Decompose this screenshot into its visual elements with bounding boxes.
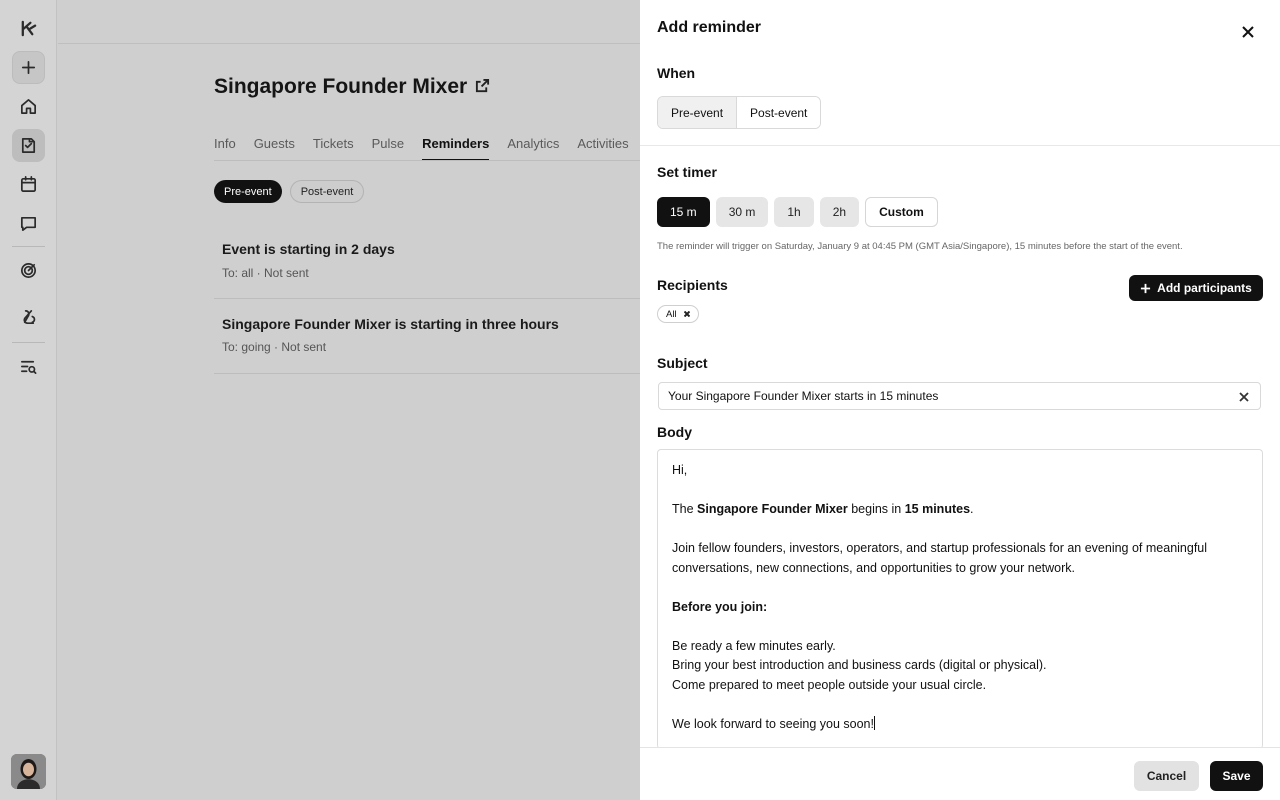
subject-label: Subject — [657, 355, 708, 371]
top-bar — [58, 0, 640, 44]
timer-1h-button[interactable]: 1h — [774, 197, 814, 227]
body-editor[interactable]: Hi, The Singapore Founder Mixer begins i… — [657, 449, 1263, 749]
add-participants-button[interactable]: Add participants — [1129, 275, 1263, 301]
body-label: Body — [657, 424, 692, 440]
tab-analytics[interactable]: Analytics — [507, 136, 559, 160]
timer-2h-button[interactable]: 2h — [819, 197, 860, 227]
filter-pre-event[interactable]: Pre-event — [214, 180, 282, 203]
events-icon[interactable] — [12, 129, 45, 162]
external-link-icon[interactable] — [475, 75, 490, 99]
tab-tickets[interactable]: Tickets — [313, 136, 354, 160]
recipient-chip: All — [657, 305, 699, 323]
closing-line: We look forward to seeing you soon! — [672, 715, 875, 731]
timer-15m-button[interactable]: 15 m — [657, 197, 710, 227]
timer-hint: The reminder will trigger on Saturday, J… — [657, 241, 1183, 252]
save-button[interactable]: Save — [1210, 761, 1263, 791]
avatar[interactable] — [11, 754, 46, 789]
recipients-label: Recipients — [657, 277, 728, 293]
tab-pulse[interactable]: Pulse — [372, 136, 405, 160]
plus-icon[interactable] — [12, 51, 45, 84]
add-reminder-drawer: Add reminder When Pre-event Post-event S… — [640, 0, 1280, 800]
logo-icon[interactable] — [12, 12, 45, 45]
search-list-icon[interactable] — [12, 350, 45, 383]
remove-chip-icon[interactable] — [683, 311, 690, 317]
timer-options: 15 m 30 m 1h 2h Custom — [657, 197, 938, 227]
when-label: When — [657, 65, 696, 81]
close-icon[interactable] — [1238, 22, 1258, 42]
plus-icon — [1141, 283, 1151, 293]
sidebar — [0, 0, 57, 800]
tab-info[interactable]: Info — [214, 136, 236, 160]
cancel-button[interactable]: Cancel — [1134, 761, 1199, 791]
chat-icon[interactable] — [12, 207, 45, 240]
list-item[interactable]: Event is starting in 2 days To: all · No… — [214, 224, 640, 299]
body-content: Hi, The Singapore Founder Mixer begins i… — [672, 461, 1207, 734]
home-icon[interactable] — [12, 90, 45, 123]
clear-icon[interactable] — [1237, 390, 1251, 404]
event-tabs: Info Guests Tickets Pulse Reminders Anal… — [214, 136, 663, 161]
reminder-meta: To: going · Not sent — [222, 340, 327, 354]
reminder-title: Event is starting in 2 days — [222, 241, 395, 257]
drawer-title: Add reminder — [657, 19, 762, 36]
timer-label: Set timer — [657, 164, 717, 180]
list-item[interactable]: Singapore Founder Mixer is starting in t… — [214, 299, 640, 374]
drawer-footer: Cancel Save — [640, 747, 1280, 800]
when-pre-event-button[interactable]: Pre-event — [658, 97, 737, 128]
tab-reminders[interactable]: Reminders — [422, 136, 490, 161]
calendar-icon[interactable] — [12, 168, 45, 201]
reminder-meta: To: all · Not sent — [222, 266, 309, 280]
subject-input[interactable]: Your Singapore Founder Mixer starts in 1… — [658, 382, 1261, 410]
tab-guests[interactable]: Guests — [254, 136, 295, 160]
integrations-icon[interactable] — [12, 301, 45, 334]
text-cursor — [873, 715, 875, 730]
reminder-title: Singapore Founder Mixer is starting in t… — [222, 316, 559, 332]
tab-activities[interactable]: Activities — [577, 136, 628, 160]
filter-post-event[interactable]: Post-event — [289, 180, 365, 203]
when-toggle: Pre-event Post-event — [657, 96, 822, 129]
intro-line: The Singapore Founder Mixer begins in 15… — [672, 502, 974, 516]
reminder-filter: Pre-event Post-event — [214, 180, 365, 203]
analytics-icon[interactable] — [12, 254, 45, 287]
when-post-event-button[interactable]: Post-event — [736, 97, 821, 128]
page-title: Singapore Founder Mixer — [214, 75, 490, 99]
timer-30m-button[interactable]: 30 m — [715, 197, 769, 227]
event-page: Singapore Founder Mixer Info Guests Tick… — [58, 0, 663, 800]
timer-custom-button[interactable]: Custom — [865, 197, 938, 227]
